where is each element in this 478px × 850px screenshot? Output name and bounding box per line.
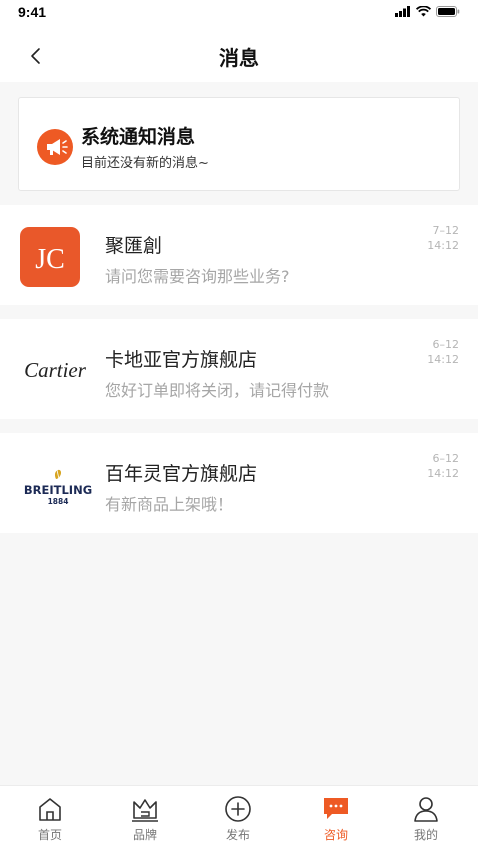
tab-consult[interactable]: 咨询 [306,794,366,843]
message-item[interactable]: Cartier 卡地亚官方旗舰店 您好订单即将关闭，请记得付款 6–12 14:… [0,319,478,419]
brand-logo-jhc-text: JC [35,244,65,275]
message-preview: 请问您需要咨询那些业务? [105,267,290,286]
user-icon [414,797,438,822]
message-sender-name: 百年灵官方旗舰店 [105,463,258,485]
tab-label: 咨询 [323,828,348,842]
tab-label: 发布 [225,828,250,842]
message-timestamp: 7–12 14:12 [399,223,459,253]
tab-publish[interactable]: 发布 [208,794,268,843]
message-time: 14:12 [427,239,459,252]
tab-brand[interactable]: 品牌 [115,794,175,843]
plus-circle-icon [225,796,251,822]
brand-logo-breitling-year: 1884 [48,497,69,506]
bottom-tab-bar: 首页 品牌 发布 咨询 我的 [0,785,478,850]
wifi-icon [416,6,431,17]
brand-logo-cartier: Cartier [18,341,92,401]
message-sender-name: 聚匯創 [105,235,163,257]
status-bar: 9:41 [0,0,478,28]
system-notice-title: 系统通知消息 [81,126,196,148]
message-sender-name: 卡地亚官方旗舰店 [105,349,258,371]
message-preview: 您好订单即将关闭，请记得付款 [105,381,330,400]
brand-logo-cartier-text: Cartier [24,358,87,382]
tab-label: 我的 [413,828,438,842]
brand-logo-breitling-text: BREITLING [24,483,92,497]
tab-label: 品牌 [132,828,157,842]
page-title: 消息 [219,46,259,70]
message-timestamp: 6–12 14:12 [399,451,459,481]
crown-icon [132,799,158,822]
system-notice-card[interactable]: 系统通知消息 目前还没有新的消息~ [18,97,460,191]
brand-logo-jhc: JC [20,227,80,287]
message-time: 14:12 [427,353,459,366]
system-notice-subtitle: 目前还没有新的消息~ [81,156,209,171]
chat-icon [324,798,348,819]
message-timestamp: 6–12 14:12 [399,337,459,367]
tab-label: 首页 [37,828,62,842]
message-time: 14:12 [427,467,459,480]
battery-icon [436,6,460,17]
home-icon [39,798,61,821]
message-date: 7–12 [432,224,460,237]
message-preview: 有新商品上架哦！ [105,495,234,514]
message-date: 6–12 [432,338,460,351]
message-item[interactable]: JC 聚匯創 请问您需要咨询那些业务? 7–12 14:12 [0,205,478,305]
signal-icon [395,6,410,17]
message-date: 6–12 [432,452,460,465]
message-item[interactable]: BREITLING 1884 百年灵官方旗舰店 有新商品上架哦！ 6–12 14… [0,433,478,533]
brand-logo-breitling: BREITLING 1884 [14,455,102,515]
megaphone-icon [37,129,73,165]
nav-bar: 消息 [0,28,478,82]
tab-home[interactable]: 首页 [20,794,80,843]
tab-mine[interactable]: 我的 [396,794,456,843]
status-icons [395,6,460,17]
status-time: 9:41 [18,4,47,20]
